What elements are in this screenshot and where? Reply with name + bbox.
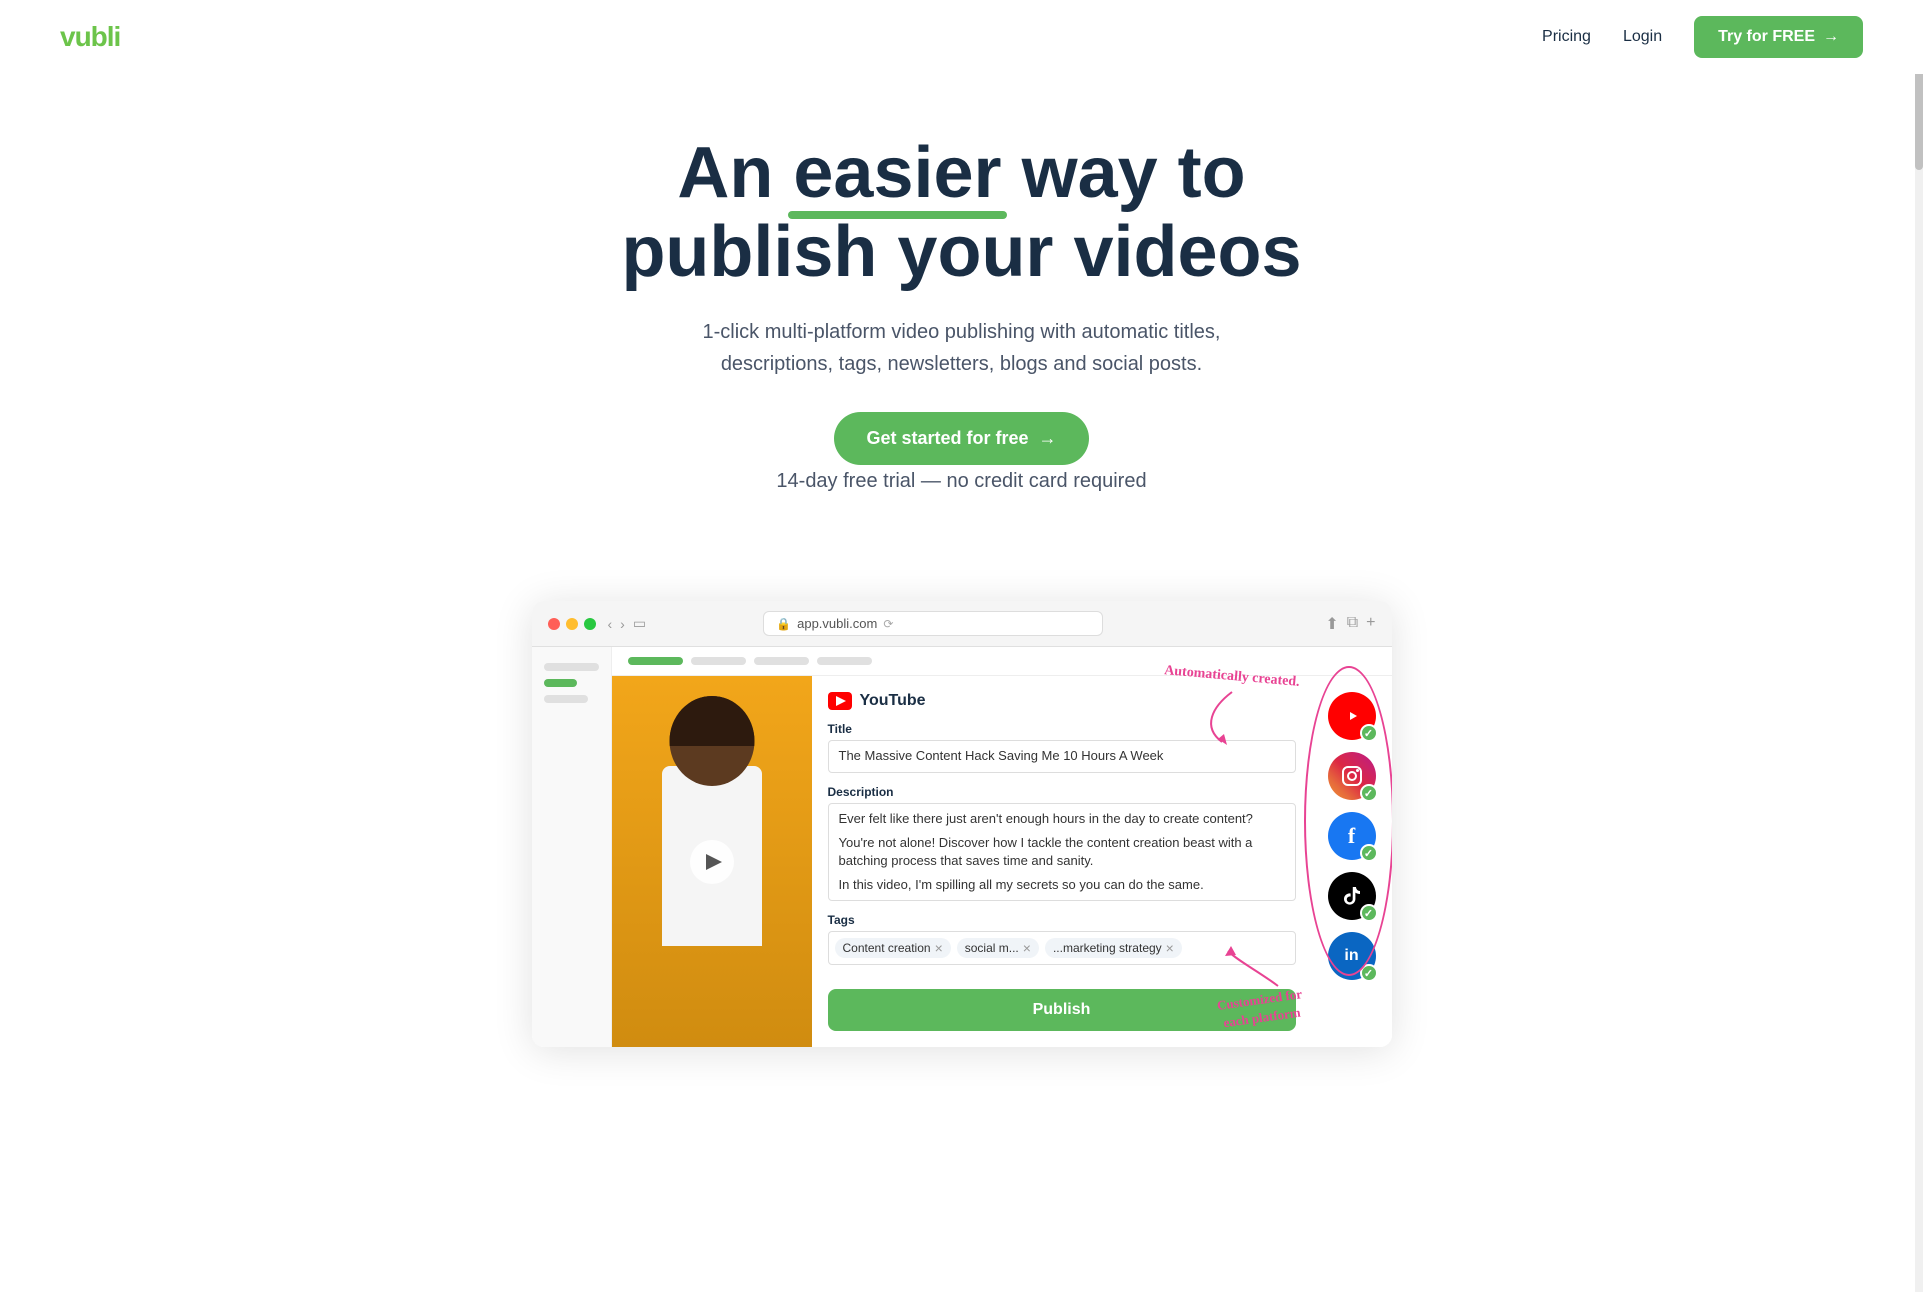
facebook-check: ✓ — [1360, 844, 1378, 862]
refresh-icon: ⟳ — [883, 617, 893, 631]
tags-field-group: Tags Content creation × social m... × — [828, 913, 1296, 965]
share-icon[interactable]: ⬆ — [1325, 614, 1338, 634]
app-main-content: YouTube Title The Massive Content Hack S… — [612, 647, 1392, 1047]
tag-content-creation[interactable]: Content creation × — [835, 938, 951, 958]
title-input[interactable]: The Massive Content Hack Saving Me 10 Ho… — [828, 740, 1296, 772]
trial-note: 14-day free trial — no credit card requi… — [682, 465, 1242, 497]
viewport-scrollbar[interactable] — [1915, 0, 1923, 1292]
maximize-dot[interactable] — [584, 618, 596, 630]
nav-links: Pricing Login Try for FREE → — [1542, 16, 1863, 58]
browser-mockup: ‹ › ▭ 🔒 app.vubli.com ⟳ ⬆ ⧉ + — [532, 601, 1392, 1047]
linkedin-check: ✓ — [1360, 964, 1378, 982]
tab-inactive-3[interactable] — [817, 657, 872, 665]
tab-inactive-1[interactable] — [691, 657, 746, 665]
tag-social[interactable]: social m... × — [957, 938, 1039, 958]
title-label: Title — [828, 722, 1296, 736]
remove-tag-3[interactable]: × — [1166, 940, 1174, 956]
get-started-button[interactable]: Get started for free → — [834, 412, 1088, 465]
desc-line-1: Ever felt like there just aren't enough … — [839, 810, 1285, 828]
app-content-area: YouTube Title The Massive Content Hack S… — [532, 647, 1392, 1047]
headline-underline-word: easier — [793, 134, 1001, 213]
description-input[interactable]: Ever felt like there just aren't enough … — [828, 803, 1296, 902]
video-thumbnail — [612, 676, 812, 1047]
hero-section: An easier way to publish your videos 1-c… — [0, 74, 1923, 569]
publish-button[interactable]: Publish — [828, 989, 1296, 1031]
browser-action-buttons: ⬆ ⧉ + — [1325, 614, 1375, 634]
tiktok-check: ✓ — [1360, 904, 1378, 922]
duplicate-icon[interactable]: ⧉ — [1347, 614, 1358, 634]
tab-active-1[interactable] — [628, 657, 683, 665]
lock-icon: 🔒 — [776, 617, 791, 631]
back-icon[interactable]: ‹ — [608, 616, 613, 632]
url-text: app.vubli.com — [797, 616, 877, 631]
remove-tag-2[interactable]: × — [1023, 940, 1031, 956]
try-free-button[interactable]: Try for FREE → — [1694, 16, 1863, 58]
description-label: Description — [828, 785, 1296, 799]
tags-label: Tags — [828, 913, 1296, 927]
platform-tiktok[interactable]: ✓ — [1328, 872, 1376, 920]
browser-window-controls — [548, 618, 596, 630]
new-tab-icon[interactable]: + — [1366, 614, 1375, 634]
tab-inactive-2[interactable] — [754, 657, 809, 665]
browser-back-forward: ‹ › ▭ — [608, 615, 647, 632]
tag-marketing[interactable]: ...marketing strategy × — [1045, 938, 1182, 958]
platform-facebook[interactable]: f ✓ — [1328, 812, 1376, 860]
platform-icons-list: ✓ ✓ f ✓ — [1312, 676, 1392, 1047]
view-icon: ▭ — [633, 615, 646, 632]
sidebar-bar-2 — [544, 695, 588, 703]
address-bar[interactable]: 🔒 app.vubli.com ⟳ — [763, 611, 1103, 636]
minimize-dot[interactable] — [566, 618, 578, 630]
hero-subtext: 1-click multi-platform video publishing … — [682, 316, 1242, 380]
navigation: vubli Pricing Login Try for FREE → — [0, 0, 1923, 74]
desc-line-2: You're not alone! Discover how I tackle … — [839, 834, 1285, 870]
platform-tabs-row — [612, 647, 1392, 676]
browser-titlebar: ‹ › ▭ 🔒 app.vubli.com ⟳ ⬆ ⧉ + — [532, 601, 1392, 647]
title-field-group: Title The Massive Content Hack Saving Me… — [828, 722, 1296, 772]
platform-instagram[interactable]: ✓ — [1328, 752, 1376, 800]
sidebar-bar-1 — [544, 663, 599, 671]
platform-youtube[interactable]: ✓ — [1328, 692, 1376, 740]
platform-header: YouTube — [828, 692, 1296, 710]
remove-tag-1[interactable]: × — [935, 940, 943, 956]
app-sidebar — [532, 647, 612, 1047]
sidebar-bar-active — [544, 679, 577, 687]
youtube-check: ✓ — [1360, 724, 1378, 742]
login-link[interactable]: Login — [1623, 28, 1662, 46]
youtube-icon — [828, 692, 852, 710]
close-dot[interactable] — [548, 618, 560, 630]
description-field-group: Description Ever felt like there just ar… — [828, 785, 1296, 902]
logo[interactable]: vubli — [60, 21, 120, 53]
app-body: YouTube Title The Massive Content Hack S… — [612, 676, 1392, 1047]
video-form-area: YouTube Title The Massive Content Hack S… — [812, 676, 1312, 1047]
instagram-check: ✓ — [1360, 784, 1378, 802]
hero-headline: An easier way to publish your videos — [562, 134, 1362, 292]
pricing-link[interactable]: Pricing — [1542, 28, 1591, 46]
video-play-button[interactable] — [690, 840, 734, 884]
forward-icon[interactable]: › — [620, 616, 625, 632]
platform-linkedin[interactable]: in ✓ — [1328, 932, 1376, 980]
desc-line-3: In this video, I'm spilling all my secre… — [839, 876, 1285, 894]
platform-name: YouTube — [860, 692, 926, 710]
tags-input[interactable]: Content creation × social m... × ...mark… — [828, 931, 1296, 965]
